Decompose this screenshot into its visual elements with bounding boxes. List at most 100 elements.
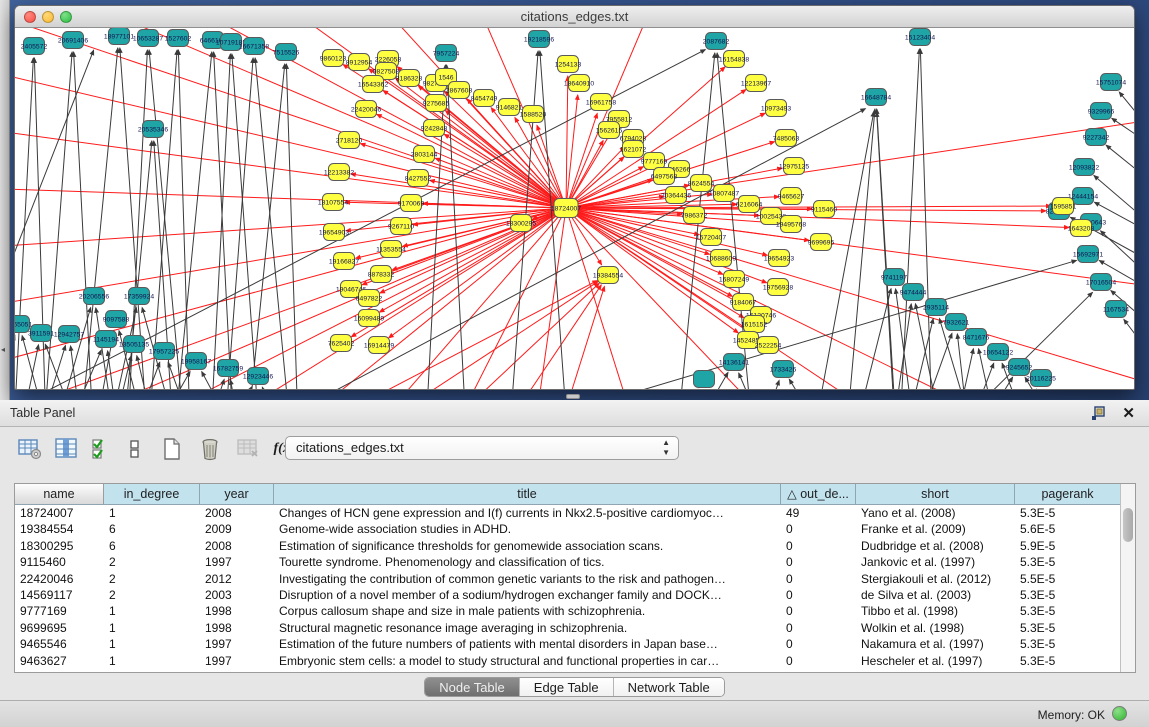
- network-node[interactable]: [408, 170, 429, 187]
- network-node[interactable]: [24, 38, 45, 55]
- table-row[interactable]: 969969511998Structural magnetic resonanc…: [15, 620, 1121, 636]
- network-node[interactable]: [63, 32, 84, 49]
- network-node[interactable]: [106, 311, 127, 328]
- network-node[interactable]: [569, 75, 590, 92]
- network-node[interactable]: [511, 215, 532, 232]
- network-node[interactable]: [776, 130, 797, 147]
- column-header-name[interactable]: name: [15, 484, 104, 505]
- network-node[interactable]: [926, 299, 947, 316]
- network-node[interactable]: [769, 250, 790, 267]
- network-node[interactable]: [811, 234, 832, 251]
- network-node[interactable]: [248, 368, 269, 385]
- network-node[interactable]: [424, 120, 445, 137]
- network-node[interactable]: [96, 331, 117, 348]
- network-node[interactable]: [449, 82, 470, 99]
- delete-trash-icon[interactable]: [196, 435, 224, 463]
- network-node[interactable]: [186, 353, 207, 370]
- table-row[interactable]: 1830029562008Estimation of significance …: [15, 538, 1121, 554]
- column-visibility-icon[interactable]: [52, 435, 80, 463]
- network-node[interactable]: [1101, 74, 1122, 91]
- network-node[interactable]: [773, 361, 794, 378]
- network-node[interactable]: [739, 196, 760, 213]
- network-node[interactable]: [1106, 301, 1127, 318]
- network-node[interactable]: [15, 316, 30, 333]
- table-row[interactable]: 1456911722003Disruption of a novel membe…: [15, 587, 1121, 603]
- network-node[interactable]: [323, 50, 344, 67]
- network-node[interactable]: [766, 100, 787, 117]
- network-node[interactable]: [1053, 198, 1074, 215]
- network-node[interactable]: [666, 187, 687, 204]
- network-node[interactable]: [654, 168, 675, 185]
- network-view[interactable]: 2405572206914061897710110653287152760264…: [15, 28, 1134, 389]
- network-node[interactable]: [331, 335, 352, 352]
- network-node[interactable]: [1078, 246, 1099, 263]
- network-node[interactable]: [391, 218, 412, 235]
- network-node[interactable]: [1031, 370, 1052, 387]
- network-node[interactable]: [399, 70, 420, 87]
- network-node[interactable]: [218, 360, 239, 377]
- network-node[interactable]: [706, 33, 727, 50]
- network-node[interactable]: [529, 31, 550, 48]
- network-node[interactable]: [711, 250, 732, 267]
- network-node[interactable]: [129, 288, 150, 305]
- network-node[interactable]: [381, 241, 402, 258]
- table-vertical-scrollbar[interactable]: [1120, 484, 1135, 672]
- panel-divider-handle[interactable]: [566, 394, 580, 399]
- network-node[interactable]: [59, 326, 80, 343]
- network-node[interactable]: [866, 89, 887, 106]
- network-node[interactable]: [323, 194, 344, 211]
- collapse-arrow-icon[interactable]: ◂: [1, 345, 5, 354]
- network-node[interactable]: [903, 284, 924, 301]
- network-node[interactable]: [363, 76, 384, 93]
- network-node[interactable]: [744, 316, 765, 333]
- network-node[interactable]: [339, 132, 360, 149]
- network-node[interactable]: [724, 271, 745, 288]
- network-node[interactable]: [644, 153, 665, 170]
- network-node[interactable]: [138, 30, 159, 47]
- network-node[interactable]: [143, 121, 164, 138]
- select-mode-icon[interactable]: [88, 435, 116, 463]
- network-node[interactable]: [966, 329, 987, 346]
- network-node[interactable]: [784, 158, 805, 175]
- network-node[interactable]: [946, 314, 967, 331]
- network-node[interactable]: [598, 267, 619, 284]
- row-height-icon[interactable]: [121, 435, 149, 463]
- network-node[interactable]: [436, 45, 457, 62]
- scrollbar-thumb[interactable]: [1123, 508, 1133, 542]
- network-node[interactable]: [334, 253, 355, 270]
- network-node[interactable]: [329, 164, 350, 181]
- network-node[interactable]: [1091, 103, 1112, 120]
- network-node[interactable]: [988, 344, 1009, 361]
- column-header-out_de[interactable]: △ out_de...: [781, 484, 856, 505]
- table-options-icon[interactable]: [16, 435, 44, 463]
- column-header-year[interactable]: year: [200, 484, 274, 505]
- network-node[interactable]: [414, 146, 435, 163]
- network-node[interactable]: [154, 343, 175, 360]
- table-selector-combobox[interactable]: citations_edges.txt ▲▼: [285, 436, 679, 460]
- network-node[interactable]: [884, 269, 905, 286]
- network-node[interactable]: [691, 175, 712, 192]
- column-header-title[interactable]: title: [274, 484, 781, 505]
- close-panel-icon[interactable]: ✕: [1122, 404, 1135, 422]
- network-node[interactable]: [359, 290, 380, 307]
- table-row[interactable]: 911546021997Tourette syndrome. Phenomeno…: [15, 554, 1121, 570]
- network-node[interactable]: [761, 208, 782, 225]
- network-node[interactable]: [124, 336, 145, 353]
- network-node[interactable]: [758, 337, 779, 354]
- column-header-pagerank[interactable]: pagerank: [1015, 484, 1121, 505]
- network-node[interactable]: [1009, 359, 1030, 376]
- network-node-hub[interactable]: [554, 199, 578, 218]
- network-node[interactable]: [738, 332, 759, 349]
- network-node[interactable]: [499, 99, 520, 116]
- network-node[interactable]: [371, 266, 392, 283]
- network-node[interactable]: [694, 371, 715, 388]
- tab-node-table[interactable]: Node Table: [425, 678, 520, 696]
- network-node[interactable]: [324, 224, 345, 241]
- network-node[interactable]: [746, 75, 767, 92]
- network-node[interactable]: [401, 195, 422, 212]
- memory-status-icon[interactable]: [1112, 706, 1127, 721]
- network-node[interactable]: [221, 34, 242, 51]
- network-node[interactable]: [356, 101, 377, 118]
- network-node[interactable]: [714, 185, 735, 202]
- table-row[interactable]: 2242004622012Investigating the contribut…: [15, 571, 1121, 587]
